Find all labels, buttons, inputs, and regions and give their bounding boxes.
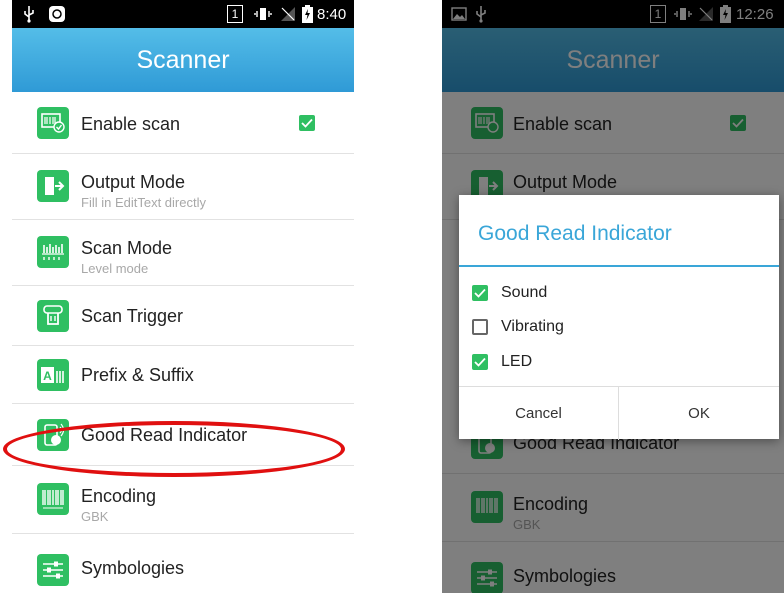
phone-screen-left: 1 8:40 Scanner Enable scan Output Mode F…: [12, 0, 354, 593]
led-label: LED: [501, 353, 533, 370]
list-item-output-mode[interactable]: Output Mode Fill in EditText directly: [12, 154, 354, 220]
enable-scan-checkbox[interactable]: [299, 115, 315, 131]
cancel-button[interactable]: Cancel: [459, 387, 619, 440]
encoding-label: Encoding: [81, 486, 157, 506]
option-sound[interactable]: Sound: [472, 279, 752, 307]
sim-slot-label: 1: [227, 5, 243, 23]
phone-screen-right: 1 12:26 Scanner Enable scan Output: [442, 0, 784, 593]
scan-mode-label: Scan Mode: [81, 238, 173, 258]
sim-slot-icon: 1: [227, 0, 243, 28]
highlight-circle: [3, 421, 345, 477]
no-signal-icon: [280, 0, 296, 28]
output-mode-value: Fill in EditText directly: [81, 195, 206, 210]
enable-scan-label: Enable scan: [81, 114, 181, 134]
prefix-suffix-label: Prefix & Suffix: [81, 365, 194, 385]
vibrating-label: Vibrating: [501, 318, 564, 335]
symbologies-label: Symbologies: [81, 558, 185, 578]
usb-icon: [22, 0, 36, 28]
good-read-indicator-dialog: Good Read Indicator Sound Vibrating LED …: [459, 195, 779, 440]
svg-text:A: A: [43, 369, 52, 383]
scan-barcode-icon: [37, 107, 69, 139]
battery-charging-icon: [302, 0, 313, 28]
list-item-scan-mode[interactable]: Scan Mode Level mode: [12, 220, 354, 286]
dialog-title-divider: [459, 265, 779, 267]
scan-mode-icon: [37, 236, 69, 268]
scan-mode-value: Level mode: [81, 261, 149, 276]
dialog-title: Good Read Indicator: [478, 222, 672, 245]
sound-checkbox[interactable]: [472, 285, 488, 301]
list-item-enable-scan[interactable]: Enable scan: [12, 92, 354, 154]
app-notification-icon: [48, 0, 66, 28]
vibrating-checkbox[interactable]: [472, 319, 488, 335]
output-door-icon: [37, 170, 69, 202]
barcode-icon: [37, 483, 69, 515]
vibrate-icon: [254, 0, 272, 28]
list-item-symbologies[interactable]: Symbologies: [12, 534, 354, 593]
trigger-hand-icon: [37, 300, 69, 332]
list-item-prefix-suffix[interactable]: A Prefix & Suffix: [12, 346, 354, 404]
status-bar: 1 8:40: [12, 0, 354, 28]
prefix-suffix-icon: A: [37, 359, 69, 391]
list-item-scan-trigger[interactable]: Scan Trigger: [12, 286, 354, 346]
dialog-buttons: Cancel OK: [459, 386, 779, 440]
scan-trigger-label: Scan Trigger: [81, 306, 184, 326]
app-title: Scanner: [12, 28, 354, 92]
sliders-icon: [37, 554, 69, 586]
option-led[interactable]: LED: [472, 348, 752, 376]
option-vibrating[interactable]: Vibrating: [472, 313, 752, 341]
status-time: 8:40: [317, 5, 347, 23]
encoding-value: GBK: [81, 509, 109, 524]
ok-button[interactable]: OK: [619, 387, 779, 440]
output-mode-label: Output Mode: [81, 172, 186, 192]
led-checkbox[interactable]: [472, 354, 488, 370]
sound-label: Sound: [501, 284, 548, 301]
